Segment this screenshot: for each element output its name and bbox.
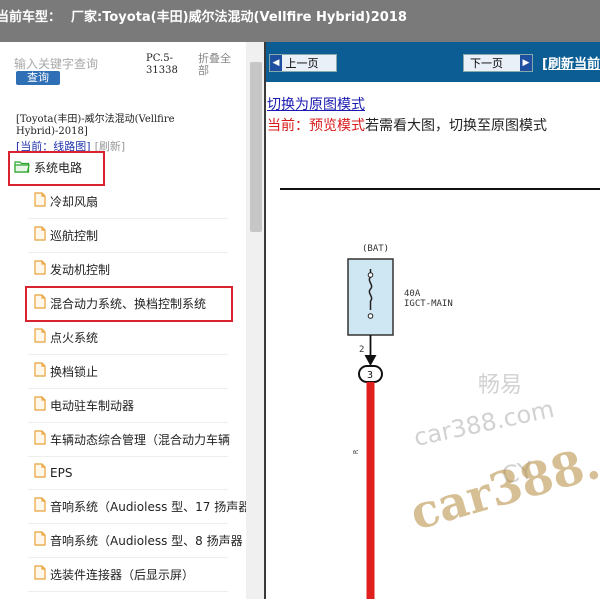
search-button[interactable]: 查询 [16, 71, 60, 85]
document-icon [34, 226, 46, 246]
tree-item-label: 发动机控制 [50, 263, 111, 277]
pin-number: 2 [359, 345, 364, 355]
document-icon [34, 396, 46, 416]
tree-item-label: 音响系统（Audioless 型、17 扬声器 [50, 500, 246, 514]
tree-item[interactable]: 换档锁止 [34, 362, 246, 382]
bat-label: (BAT) [362, 244, 389, 254]
search-input[interactable] [14, 56, 136, 71]
tree-divider [28, 456, 228, 457]
tree-item[interactable]: 选装件连接器（后显示屏） [34, 565, 246, 585]
tree-item-label: 车辆动态综合管理（混合动力车辆 [50, 433, 231, 447]
wire-color-code: R [352, 449, 360, 454]
highlight-box-folder [8, 151, 105, 186]
document-icon [34, 328, 46, 348]
tree-item-label: 换档锁止 [50, 365, 99, 379]
tree-item[interactable]: EPS [34, 463, 246, 483]
pc-code: PC.5-31338 [146, 53, 178, 76]
connector-number: 3 [367, 370, 373, 381]
tree-item-label: 巡航控制 [50, 229, 99, 243]
sidebar: 查询 PC.5-31338 折叠全部 [Toyota(丰田)-威尔法混动(Vel… [0, 42, 264, 599]
tree-divider [28, 489, 228, 490]
tree-divider [28, 523, 228, 524]
fuse-rating: 40A [404, 289, 421, 299]
tree-item[interactable]: 冷却风扇 [34, 192, 246, 212]
tree-item-label: 选装件连接器（后显示屏） [50, 568, 195, 582]
tree-item[interactable]: 音响系统（Audioless 型、17 扬声器 [34, 497, 246, 517]
tree-item-label: 电动驻车制动器 [50, 399, 135, 413]
tree-divider [28, 591, 228, 592]
highlight-box-hybrid-item [25, 286, 233, 322]
tree-divider [28, 354, 228, 355]
tree-divider [28, 218, 228, 219]
current-vehicle-value: 厂家:Toyota(丰田)威尔法混动(Vellfire Hybrid)2018 [71, 10, 407, 25]
fuse-terminal-top [367, 272, 374, 278]
document-icon [34, 531, 46, 551]
tree-item[interactable]: 发动机控制 [34, 260, 246, 280]
tree-divider [28, 557, 228, 558]
tree-item-label: 冷却风扇 [50, 195, 99, 209]
tree-item-label: 音响系统（Audioless 型、8 扬声器 [50, 534, 243, 548]
title-bar: 当前车型： 厂家:Toyota(丰田)威尔法混动(Vellfire Hybrid)… [0, 0, 600, 42]
fuse-name: IGCT-MAIN [404, 299, 453, 309]
sidebar-scrollbar-thumb[interactable] [250, 62, 262, 232]
document-icon [34, 497, 46, 517]
collapse-all-link[interactable]: 折叠全部 [198, 53, 238, 77]
tree-item[interactable]: 点火系统 [34, 328, 246, 348]
document-icon [34, 260, 46, 280]
watermark-cn: 畅易 [478, 373, 522, 398]
current-vehicle-label: 当前车型： [0, 10, 62, 25]
fuse-terminal-bottom [367, 313, 374, 319]
tree-divider [28, 422, 228, 423]
tree-divider [28, 252, 228, 253]
vehicle-title: [Toyota(丰田)-威尔法混动(Vellfire Hybrid)-2018] [16, 114, 175, 137]
tree-item-label: EPS [50, 466, 73, 480]
watermark-url: car388.com [411, 395, 556, 452]
connector-arrow [364, 355, 377, 366]
document-icon [34, 192, 46, 212]
tree-item-label: 点火系统 [50, 331, 99, 345]
tree-item[interactable]: 电动驻车制动器 [34, 396, 246, 416]
document-icon [34, 463, 46, 483]
document-icon [34, 362, 46, 382]
document-icon [34, 565, 46, 585]
wiring-diagram: (BAT) 40A IGCT-MAIN 2 3 R 畅易 car388.com … [280, 188, 600, 599]
tree-item[interactable]: 车辆动态综合管理（混合动力车辆 [34, 430, 246, 450]
tree-item[interactable]: 巡航控制 [34, 226, 246, 246]
tree-divider [28, 388, 228, 389]
tree-item[interactable]: 音响系统（Audioless 型、8 扬声器 [34, 531, 246, 551]
document-icon [34, 430, 46, 450]
